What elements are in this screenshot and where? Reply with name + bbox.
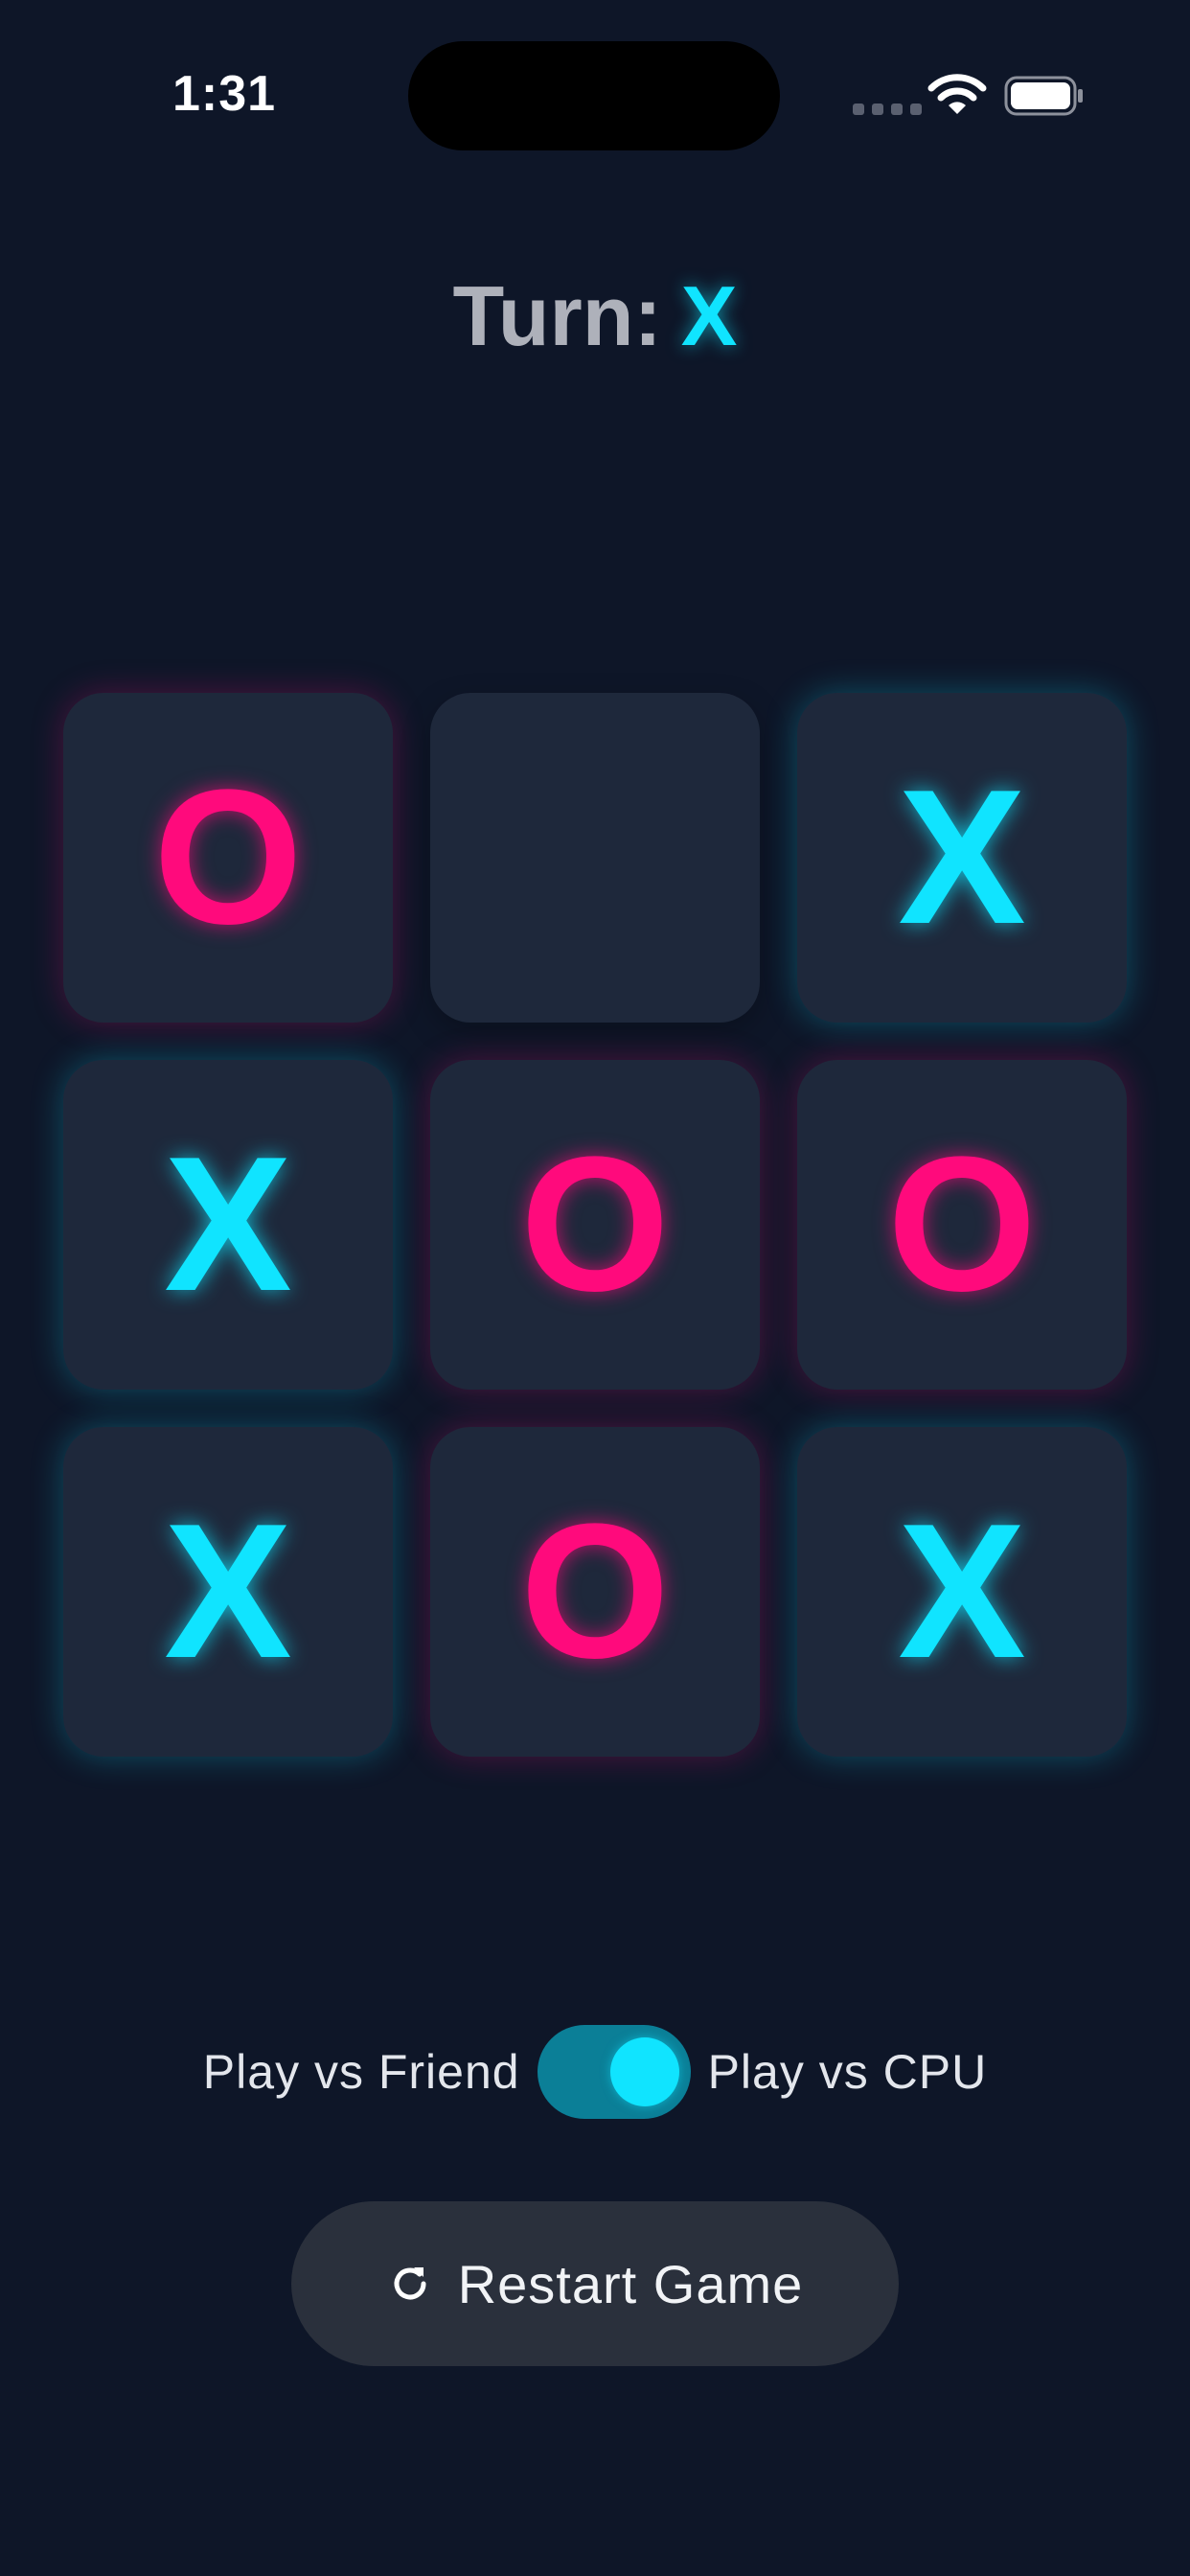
board-cell-6[interactable]: O [797, 1060, 1127, 1390]
mode-toggle[interactable] [537, 2025, 691, 2119]
turn-indicator: Turn: X [0, 264, 1190, 369]
board-cell-8[interactable]: O [430, 1427, 760, 1757]
board-cell-9[interactable]: X [797, 1427, 1127, 1757]
toggle-knob [609, 2037, 679, 2106]
mode-label-friend: Play vs Friend [202, 2045, 520, 2099]
restart-game-button[interactable]: Restart Game [291, 2201, 899, 2366]
board-cell-5[interactable]: O [430, 1060, 760, 1390]
turn-label: Turn: [452, 268, 662, 363]
board-cell-2[interactable] [430, 693, 760, 1023]
cellular-signal-icon [853, 104, 922, 115]
board-cell-7[interactable]: X [63, 1427, 393, 1757]
board-cell-4[interactable]: X [63, 1060, 393, 1390]
turn-symbol: X [680, 268, 738, 363]
dynamic-island [408, 41, 780, 150]
board-cell-1[interactable]: O [63, 693, 393, 1023]
board-cell-3[interactable]: X [797, 693, 1127, 1023]
restart-label: Restart Game [457, 2253, 804, 2314]
battery-icon [1004, 76, 1083, 116]
mode-label-cpu: Play vs CPU [707, 2045, 988, 2099]
game-screen: 1:31 Turn: X O X X O O X O X Play vs Frie… [0, 0, 1190, 2576]
mode-selector: Play vs Friend Play vs CPU [0, 2024, 1190, 2120]
game-board: O X X O O X O X [63, 693, 1127, 1759]
refresh-icon [394, 2267, 426, 2300]
wifi-icon [927, 74, 987, 114]
status-time: 1:31 [172, 66, 277, 122]
